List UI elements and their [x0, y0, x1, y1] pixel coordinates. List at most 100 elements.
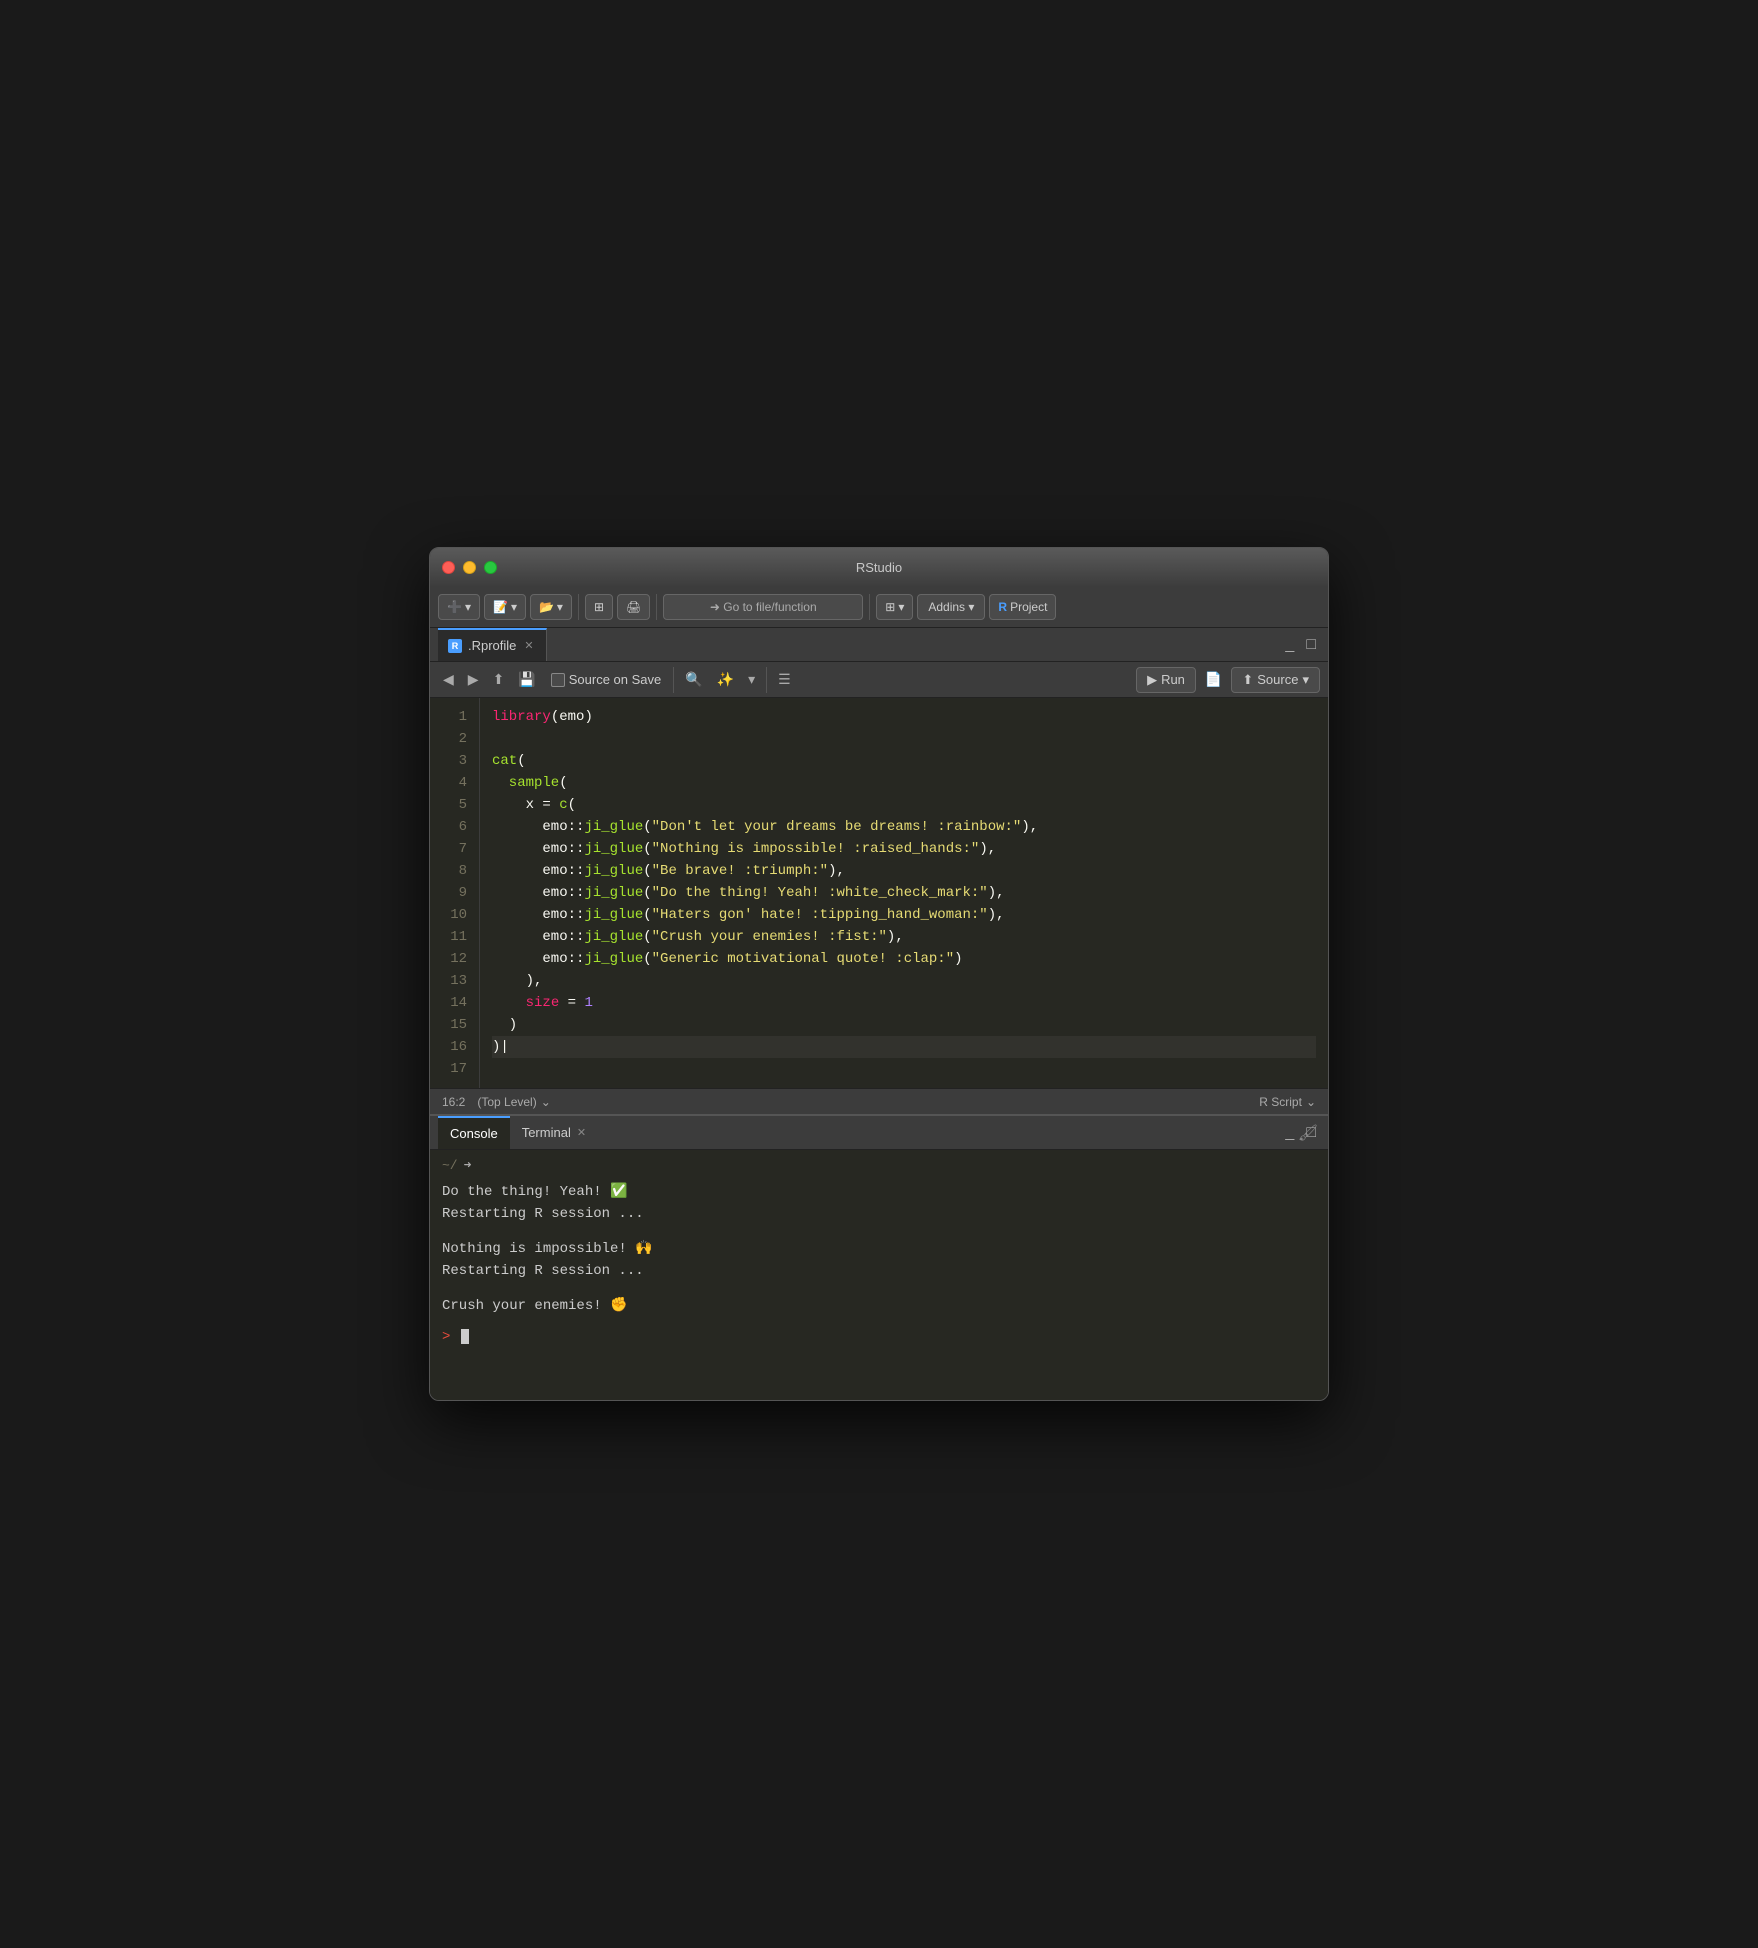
code-token: )	[1021, 819, 1029, 835]
code-line: )|	[492, 1036, 1316, 1058]
tab-close-button[interactable]: ✕	[522, 639, 535, 652]
show-in-window-button[interactable]: ⬆	[488, 667, 510, 693]
file-type-dropdown[interactable]: R Script ⌄	[1259, 1095, 1316, 1109]
magic-button[interactable]: ✨	[712, 667, 739, 693]
code-line: emo::ji_glue("Nothing is impossible! :ra…	[492, 838, 1316, 860]
code-token: (	[643, 907, 651, 923]
console-prompt[interactable]: >	[442, 1329, 1316, 1345]
console-output-line: Nothing is impossible! 🙌	[442, 1238, 1316, 1260]
scope-label: (Top Level)	[477, 1095, 536, 1109]
print-button[interactable]: 🖨	[617, 594, 650, 620]
code-token: emo	[492, 907, 568, 923]
code-token: ji_glue	[584, 819, 643, 835]
rstudio-window: RStudio ➕ ▾ 📝 ▾ 📂 ▾ ⊞ 🖨 ➜ Go to file/fun…	[429, 547, 1329, 1401]
add-script-icon: 📝	[493, 600, 508, 614]
editor-tab-rprofile[interactable]: R .Rprofile ✕	[438, 628, 547, 661]
code-token: ),	[492, 973, 542, 989]
addins-button[interactable]: Addins ▾	[917, 594, 985, 620]
scope-dropdown[interactable]: (Top Level) ⌄	[477, 1095, 550, 1109]
code-token: ,	[988, 841, 996, 857]
close-button[interactable]	[442, 561, 455, 574]
terminal-tab[interactable]: Terminal ✕	[510, 1116, 598, 1149]
toolbar-sep-2	[656, 594, 657, 620]
code-token: ,	[837, 863, 845, 879]
code-line: emo::ji_glue("Do the thing! Yeah! :white…	[492, 882, 1316, 904]
open-file-button[interactable]: 📝 ▾	[484, 594, 526, 620]
code-line: x = c(	[492, 794, 1316, 816]
code-token: emo	[492, 885, 568, 901]
terminal-close-button[interactable]: ✕	[577, 1126, 586, 1139]
code-token: "Don't let your dreams be dreams! :rainb…	[652, 819, 1022, 835]
source-on-save-checkbox[interactable]	[551, 673, 565, 687]
code-content[interactable]: library( emo) cat( sample( x = c( emo::ji…	[480, 698, 1328, 1088]
maximize-pane-button[interactable]: □	[1302, 635, 1320, 655]
back-button[interactable]: ◀	[438, 667, 459, 693]
line-number: 13	[430, 970, 479, 992]
code-token: 1	[584, 995, 592, 1011]
save-button[interactable]: 💾	[513, 667, 540, 693]
code-token: ::	[568, 863, 585, 879]
line-number: 14	[430, 992, 479, 1014]
code-line: emo::ji_glue("Haters gon' hate! :tipping…	[492, 904, 1316, 926]
new-file-icon: ➕	[447, 600, 462, 614]
code-token: ,	[1030, 819, 1038, 835]
magic-dropdown[interactable]: ▾	[743, 667, 760, 693]
run-label: Run	[1161, 672, 1185, 687]
code-token: )	[584, 709, 592, 725]
go-to-label: Go to file/function	[723, 600, 816, 614]
code-line: emo::ji_glue("Generic motivational quote…	[492, 948, 1316, 970]
maximize-button[interactable]	[484, 561, 497, 574]
go-to-file-button[interactable]: ➜ Go to file/function	[663, 594, 863, 620]
line-number: 6	[430, 816, 479, 838]
code-token: =	[559, 995, 584, 1011]
code-line: )	[492, 1014, 1316, 1036]
new-file-button[interactable]: ➕ ▾	[438, 594, 480, 620]
code-token: emo	[492, 841, 568, 857]
forward-button[interactable]: ▶	[463, 667, 484, 693]
source-button[interactable]: ⬆ Source ▾	[1231, 667, 1320, 693]
open-folder-button[interactable]: 📂 ▾	[530, 594, 572, 620]
console-tab[interactable]: Console	[438, 1116, 510, 1149]
document-button[interactable]: 📄	[1200, 667, 1227, 693]
list-button[interactable]: ☰	[773, 667, 796, 693]
r-project-button[interactable]: R Project	[989, 594, 1056, 620]
code-token: library	[492, 709, 551, 725]
code-token: sample	[492, 775, 559, 791]
search-button[interactable]: 🔍	[680, 667, 707, 693]
code-token: (	[643, 951, 651, 967]
source-label: Source	[1257, 672, 1298, 687]
code-token: |	[500, 1039, 508, 1055]
ed-sep-1	[673, 667, 674, 693]
minimize-pane-button[interactable]: _	[1281, 635, 1298, 655]
console-minimize-button[interactable]: _	[1281, 1123, 1298, 1143]
line-numbers: 1234567891011121314151617	[430, 698, 480, 1088]
traffic-lights	[442, 561, 497, 574]
grid-button[interactable]: ⊞	[585, 594, 613, 620]
tab-label: .Rprofile	[468, 638, 516, 653]
console-body[interactable]: ~/ ➜ Do the thing! Yeah! ✅Restarting R s…	[430, 1150, 1328, 1400]
code-token: ,	[996, 885, 1004, 901]
console-container: Console Terminal ✕ 🖌 _ □ ~/ ➜ Do the thi…	[430, 1114, 1328, 1400]
line-number: 10	[430, 904, 479, 926]
code-token: "Crush your enemies! :fist:"	[652, 929, 887, 945]
code-token: ,	[895, 929, 903, 945]
line-number: 8	[430, 860, 479, 882]
print-icon: 🖨	[626, 600, 641, 614]
grid-icon: ⊞	[594, 600, 604, 614]
line-number: 12	[430, 948, 479, 970]
code-token: ,	[996, 907, 1004, 923]
minimize-button[interactable]	[463, 561, 476, 574]
source-on-save-button[interactable]: Source on Save	[545, 667, 668, 693]
file-type-label: R Script	[1259, 1095, 1302, 1109]
layout-button[interactable]: ⊞ ▾	[876, 594, 913, 620]
code-line	[492, 1058, 1316, 1080]
folder-icon: 📂	[539, 600, 554, 614]
code-editor: 1234567891011121314151617 library ( emo) c…	[430, 698, 1328, 1088]
brush-icon[interactable]: 🖌	[1298, 1123, 1318, 1143]
code-line: cat(	[492, 750, 1316, 772]
run-button[interactable]: ▶ Run	[1136, 667, 1196, 693]
status-left: 16:2 (Top Level) ⌄	[442, 1095, 551, 1109]
code-token: x =	[492, 797, 559, 813]
code-token: emo	[492, 819, 568, 835]
addins-dropdown-icon: ▾	[968, 600, 974, 614]
